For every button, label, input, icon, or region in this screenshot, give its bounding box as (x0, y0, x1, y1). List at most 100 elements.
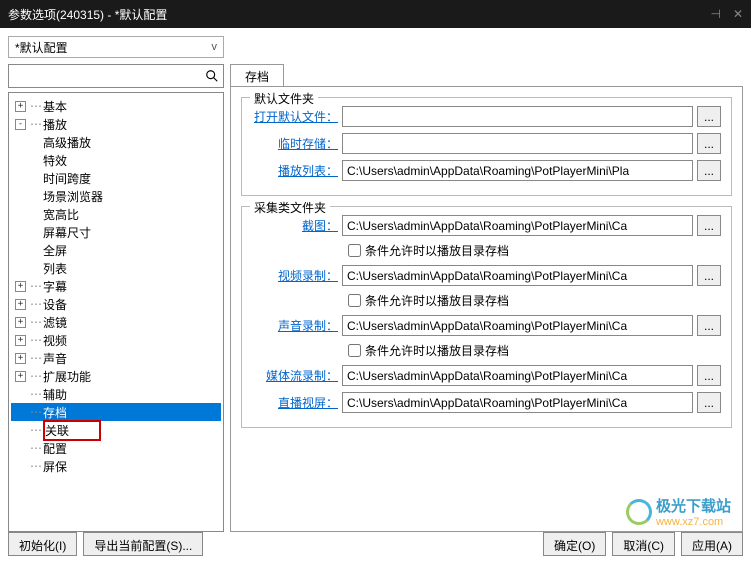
tree-dots-icon: ⋯ (30, 351, 41, 365)
tree-label: 辅助 (43, 386, 67, 403)
cancel-button[interactable]: 取消(C) (612, 532, 675, 556)
titlebar: 参数选项(240315) - *默认配置 ⊣ ✕ (0, 0, 751, 28)
link-audio-rec[interactable]: 声音录制： (252, 317, 338, 334)
tree-item-fullscreen[interactable]: 全屏 (11, 241, 221, 259)
pin-icon[interactable]: ⊣ (710, 7, 720, 21)
checkbox-screenshot-dir[interactable] (348, 244, 361, 257)
footer: 初始化(I) 导出当前配置(S)... 确定(O) 取消(C) 应用(A) (8, 532, 743, 556)
input-open-default[interactable] (342, 106, 693, 127)
expand-icon[interactable]: + (15, 299, 26, 310)
tree-item-assist[interactable]: ⋯辅助 (11, 385, 221, 403)
link-open-default[interactable]: 打开默认文件： (252, 108, 338, 125)
checkbox-video-dir[interactable] (348, 294, 361, 307)
input-live-screen[interactable] (342, 392, 693, 413)
checkbox-audio-dir[interactable] (348, 344, 361, 357)
tree-item-list[interactable]: 列表 (11, 259, 221, 277)
expand-icon[interactable]: + (15, 371, 26, 382)
tree-item-subtitle[interactable]: +⋯字幕 (11, 277, 221, 295)
config-dropdown[interactable]: *默认配置 v (8, 36, 224, 58)
browse-video-rec[interactable]: ... (697, 265, 721, 286)
tree-label: 屏幕尺寸 (43, 224, 91, 241)
tree-label: 全屏 (43, 242, 67, 259)
tree-dots-icon: ⋯ (30, 99, 41, 113)
group-default-folders: 默认文件夹 打开默认文件： ... 临时存储： ... 播放列表： (241, 97, 732, 196)
group-capture-folders: 采集类文件夹 截图： ... 条件允许时以播放目录存档 视频录制： ... 条件… (241, 206, 732, 428)
link-live-screen[interactable]: 直播视屏： (252, 394, 338, 411)
search-icon (205, 69, 219, 83)
link-playlist[interactable]: 播放列表： (252, 162, 338, 179)
tree-item-screensaver[interactable]: ⋯屏保 (11, 457, 221, 475)
tab-content: 默认文件夹 打开默认文件： ... 临时存储： ... 播放列表： (230, 86, 743, 532)
input-screenshot[interactable] (342, 215, 693, 236)
init-button[interactable]: 初始化(I) (8, 532, 77, 556)
expand-icon[interactable]: - (15, 119, 26, 130)
window-controls: ⊣ ✕ (710, 7, 743, 21)
browse-stream-rec[interactable]: ... (697, 365, 721, 386)
link-stream-rec[interactable]: 媒体流录制： (252, 367, 338, 384)
tree-item-config[interactable]: ⋯配置 (11, 439, 221, 457)
tree-dots-icon: ⋯ (30, 279, 41, 293)
tree-item-archive[interactable]: ⋯存档 (11, 403, 221, 421)
tree-item-audio[interactable]: + ⋯声音 (11, 349, 221, 367)
tree-item-video[interactable]: +⋯视频 (11, 331, 221, 349)
tree-item-effects[interactable]: 特效 (11, 151, 221, 169)
apply-button[interactable]: 应用(A) (681, 532, 743, 556)
search-input[interactable] (8, 64, 224, 88)
category-tree[interactable]: +⋯基本-⋯播放高级播放特效时间跨度场景浏览器宽高比屏幕尺寸全屏列表+⋯字幕+⋯… (8, 92, 224, 532)
tree-label: 视频 (43, 332, 67, 349)
content-area: *默认配置 v +⋯基本-⋯播放高级播放特效时间跨度场景浏览器宽高比屏幕尺寸全屏… (0, 28, 751, 564)
browse-audio-rec[interactable]: ... (697, 315, 721, 336)
config-dropdown-value: *默认配置 (15, 39, 68, 56)
tree-item-device[interactable]: + ⋯设备 (11, 295, 221, 313)
window-title: 参数选项(240315) - *默认配置 (8, 6, 167, 23)
browse-live-screen[interactable]: ... (697, 392, 721, 413)
chevron-down-icon: v (212, 41, 218, 53)
tree-item-adv-playback[interactable]: 高级播放 (11, 133, 221, 151)
ok-button[interactable]: 确定(O) (543, 532, 606, 556)
tree-label: 声音 (43, 350, 67, 367)
input-video-rec[interactable] (342, 265, 693, 286)
link-temp-storage[interactable]: 临时存储： (252, 135, 338, 152)
input-audio-rec[interactable] (342, 315, 693, 336)
browse-playlist[interactable]: ... (697, 160, 721, 181)
browse-temp-storage[interactable]: ... (697, 133, 721, 154)
tree-dots-icon: ⋯ (30, 459, 41, 473)
tree-label: 配置 (43, 440, 67, 457)
close-icon[interactable]: ✕ (733, 7, 743, 21)
tree-item-extension[interactable]: +⋯扩展功能 (11, 367, 221, 385)
browse-screenshot[interactable]: ... (697, 215, 721, 236)
link-screenshot[interactable]: 截图： (252, 217, 338, 234)
input-temp-storage[interactable] (342, 133, 693, 154)
input-playlist[interactable] (342, 160, 693, 181)
tree-item-basic[interactable]: +⋯基本 (11, 97, 221, 115)
tree-item-association[interactable]: ⋯关联 (11, 421, 221, 439)
tree-label: 设备 (43, 296, 67, 313)
tree-label: 滤镜 (43, 314, 67, 331)
tree-item-aspect[interactable]: 宽高比 (11, 205, 221, 223)
tree-label: 列表 (43, 260, 67, 277)
expand-icon[interactable]: + (15, 353, 26, 364)
label-screenshot-dir: 条件允许时以播放目录存档 (365, 242, 509, 259)
tree-label: 播放 (43, 116, 67, 133)
tree-dots-icon: ⋯ (30, 297, 41, 311)
export-config-button[interactable]: 导出当前配置(S)... (83, 532, 203, 556)
browse-open-default[interactable]: ... (697, 106, 721, 127)
tree-label: 扩展功能 (43, 368, 91, 385)
group-title-capture: 采集类文件夹 (250, 199, 330, 216)
group-title-default: 默认文件夹 (250, 90, 318, 107)
tree-item-filter[interactable]: +⋯滤镜 (11, 313, 221, 331)
expand-icon[interactable]: + (15, 317, 26, 328)
expand-icon[interactable]: + (15, 335, 26, 346)
tree-item-screen-size[interactable]: 屏幕尺寸 (11, 223, 221, 241)
expand-icon[interactable]: + (15, 101, 26, 112)
tab-archive[interactable]: 存档 (230, 64, 284, 86)
tree-item-scene-browser[interactable]: 场景浏览器 (11, 187, 221, 205)
tree-item-timespan[interactable]: 时间跨度 (11, 169, 221, 187)
label-audio-dir: 条件允许时以播放目录存档 (365, 342, 509, 359)
label-video-dir: 条件允许时以播放目录存档 (365, 292, 509, 309)
expand-icon[interactable]: + (15, 281, 26, 292)
tree-label: 屏保 (43, 458, 67, 475)
tree-item-playback[interactable]: -⋯播放 (11, 115, 221, 133)
input-stream-rec[interactable] (342, 365, 693, 386)
link-video-rec[interactable]: 视频录制： (252, 267, 338, 284)
